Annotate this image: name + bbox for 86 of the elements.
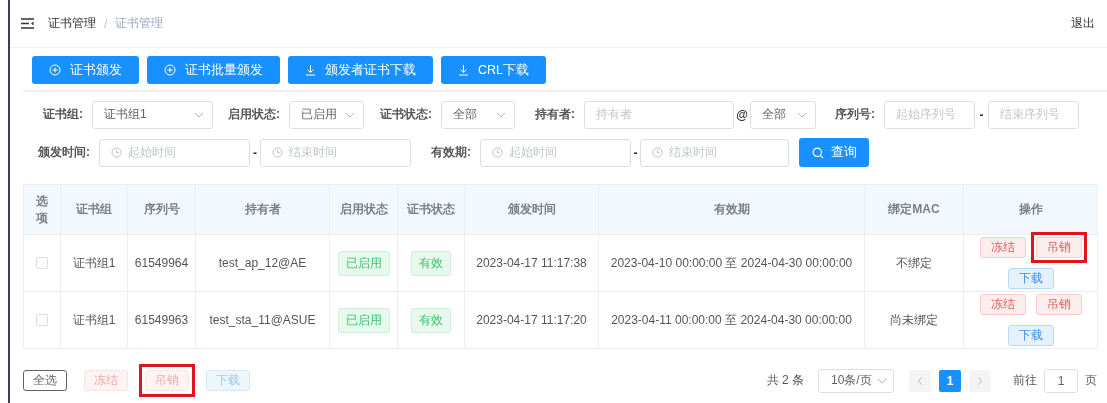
- column-header: 证书状态: [398, 185, 465, 235]
- page-button[interactable]: 1: [939, 369, 961, 392]
- date-field[interactable]: 结束时间: [640, 138, 789, 167]
- table-cell: 证书组1: [61, 235, 128, 292]
- table-cell: test_sta_11@ASUE: [196, 292, 330, 349]
- action-button[interactable]: 下载: [1007, 268, 1054, 289]
- breadcrumb-item: 证书管理: [115, 15, 164, 32]
- separator-symbol: -: [632, 145, 639, 160]
- search-button[interactable]: 查询: [799, 138, 869, 167]
- table-cell: 2023-04-17 11:17:20: [465, 292, 599, 349]
- row-checkbox[interactable]: [36, 314, 48, 326]
- column-header: 证书组: [61, 185, 128, 235]
- action-button[interactable]: 冻结: [979, 294, 1026, 315]
- table-cell: 证书组1: [61, 292, 128, 349]
- menu-icon[interactable]: [21, 18, 34, 29]
- page-suffix: 页: [1085, 372, 1097, 389]
- download-icon: [458, 64, 469, 76]
- plus-circle-icon: [49, 64, 61, 76]
- table-cell: 2023-04-10 00:00:00 至 2024-04-30 00:00:00: [599, 235, 865, 292]
- action-button[interactable]: 吊销: [1035, 294, 1082, 315]
- download-icon: [305, 64, 316, 76]
- breadcrumb-item[interactable]: 证书管理: [48, 15, 96, 32]
- action-button[interactable]: 冻结: [979, 237, 1026, 258]
- filter-label: 有效期:: [430, 144, 472, 161]
- status-tag: 已启用: [337, 250, 390, 276]
- filter-label: 颁发时间:: [37, 144, 91, 161]
- table-cell: 61549963: [128, 292, 196, 349]
- separator-symbol: -: [252, 145, 258, 160]
- status-tag: 有效: [411, 250, 451, 276]
- filter-label: 证书状态:: [379, 106, 433, 123]
- table-cell: 2023-04-11 00:00:00 至 2024-04-30 00:00:00: [599, 292, 865, 349]
- toolbar-button[interactable]: 颁发者证书下载: [288, 56, 433, 84]
- goto-page-field[interactable]: 1: [1044, 368, 1078, 393]
- row-checkbox[interactable]: [36, 257, 48, 269]
- input-field[interactable]: 起始序列号: [884, 100, 975, 129]
- column-header: 选项: [24, 185, 61, 235]
- status-tag: 已启用: [337, 307, 390, 333]
- action-button[interactable]: 吊销: [1035, 237, 1082, 258]
- column-header: 启用状态: [330, 185, 398, 235]
- goto-label: 前往: [1013, 372, 1037, 389]
- column-header: 操作: [964, 185, 1098, 235]
- clock-icon: [652, 147, 663, 158]
- select-field[interactable]: 证书组1: [92, 100, 213, 129]
- filter-label: 持有者:: [534, 106, 576, 123]
- toolbar-button[interactable]: CRL下载: [441, 56, 546, 84]
- date-field[interactable]: 结束时间: [260, 138, 411, 167]
- total-count: 共 2 条: [766, 372, 804, 389]
- action-button[interactable]: 下载: [1007, 325, 1054, 346]
- table-cell: 尚未绑定: [865, 292, 964, 349]
- table-cell: test_ap_12@AE: [196, 235, 330, 292]
- previous-page-button[interactable]: [909, 369, 931, 392]
- table-cell: 2023-04-17 11:17:38: [465, 235, 599, 292]
- separator-symbol: -: [978, 107, 985, 122]
- clock-icon: [492, 147, 503, 158]
- filter-label: 证书组:: [42, 106, 84, 123]
- bulk-action-button[interactable]: 全选: [23, 370, 67, 391]
- toolbar-button[interactable]: 证书批量颁发: [147, 56, 280, 84]
- filter-label: 序列号:: [834, 106, 876, 123]
- table-cell: 不绑定: [865, 235, 964, 292]
- column-header: 颁发时间: [465, 185, 599, 235]
- logout-link[interactable]: 退出: [1071, 15, 1095, 32]
- column-header: 有效期: [599, 185, 865, 235]
- clock-icon: [272, 147, 283, 158]
- separator-symbol: @: [735, 107, 749, 122]
- select-field[interactable]: 全部: [750, 100, 816, 129]
- breadcrumb-separator: /: [104, 16, 108, 31]
- toolbar-button[interactable]: 证书颁发: [32, 56, 139, 84]
- filter-label: 启用状态:: [227, 106, 281, 123]
- column-header: 绑定MAC: [865, 185, 964, 235]
- table-cell: 61549964: [128, 235, 196, 292]
- input-field[interactable]: 结束序列号: [988, 100, 1079, 129]
- chevron-left-icon: [915, 375, 925, 386]
- clock-icon: [111, 147, 122, 158]
- input-field[interactable]: 持有者: [584, 100, 734, 129]
- chevron-right-icon: [975, 375, 985, 386]
- column-header: 持有者: [196, 185, 330, 235]
- select-field[interactable]: 已启用: [289, 100, 364, 129]
- date-field[interactable]: 起始时间: [480, 138, 631, 167]
- select-field[interactable]: 全部: [441, 100, 515, 129]
- next-page-button[interactable]: [969, 369, 991, 392]
- column-header: 序列号: [128, 185, 196, 235]
- date-field[interactable]: 起始时间: [99, 138, 250, 167]
- status-tag: 有效: [411, 307, 451, 333]
- plus-circle-icon: [164, 64, 176, 76]
- page-size-select[interactable]: 10条/页: [818, 368, 894, 393]
- search-icon: [811, 146, 824, 159]
